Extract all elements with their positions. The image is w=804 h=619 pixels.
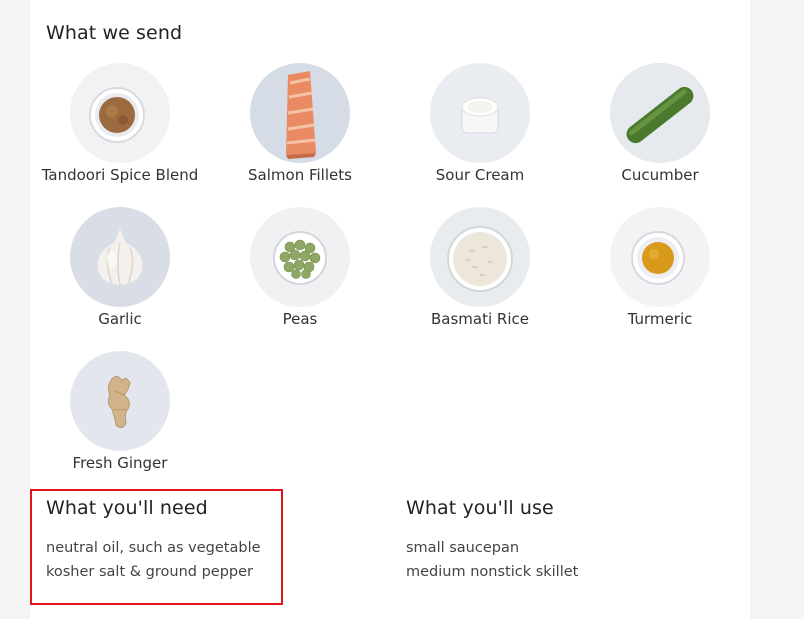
ingredient-label: Garlic — [98, 310, 142, 328]
recipe-ingredients-card: What we send Tandoori Spice Blend Salmon — [30, 0, 750, 619]
salmon-fillet-icon — [250, 63, 350, 163]
ingredient-turmeric: Turmeric — [570, 207, 750, 329]
garlic-icon — [70, 207, 170, 307]
pantry-item: kosher salt & ground pepper — [46, 564, 253, 580]
ingredient-label: Salmon Fillets — [248, 166, 352, 184]
turmeric-icon — [610, 207, 710, 307]
tandoori-spice-icon — [70, 63, 170, 163]
peas-icon — [250, 207, 350, 307]
ingredient-label: Turmeric — [627, 310, 693, 328]
ingredient-tandoori-spice-blend: Tandoori Spice Blend — [30, 63, 210, 185]
ingredient-label: Fresh Ginger — [72, 454, 168, 472]
ingredient-basmati-rice: Basmati Rice — [390, 207, 570, 329]
what-youll-need-heading: What you'll need — [46, 497, 208, 519]
ingredient-sour-cream: Sour Cream — [390, 63, 570, 185]
ingredient-garlic: Garlic — [30, 207, 210, 329]
ingredient-peas: Peas — [210, 207, 390, 329]
ingredient-fresh-ginger: Fresh Ginger — [30, 351, 210, 473]
ginger-icon — [70, 351, 170, 451]
ingredient-label: Cucumber — [621, 166, 699, 184]
equipment-item: small saucepan — [406, 540, 520, 556]
pantry-item: neutral oil, such as vegetable — [46, 540, 261, 556]
ingredient-label: Sour Cream — [435, 166, 525, 184]
basmati-rice-icon — [430, 207, 530, 307]
ingredient-label: Peas — [282, 310, 318, 328]
equipment-item: medium nonstick skillet — [406, 564, 579, 580]
ingredient-salmon-fillets: Salmon Fillets — [210, 63, 390, 185]
ingredient-label: Tandoori Spice Blend — [41, 166, 199, 184]
cucumber-icon — [610, 63, 710, 163]
what-youll-use-heading: What you'll use — [406, 497, 554, 519]
ingredient-label: Basmati Rice — [431, 310, 529, 328]
ingredient-cucumber: Cucumber — [570, 63, 750, 185]
sour-cream-icon — [430, 63, 530, 163]
what-we-send-heading: What we send — [46, 22, 183, 44]
